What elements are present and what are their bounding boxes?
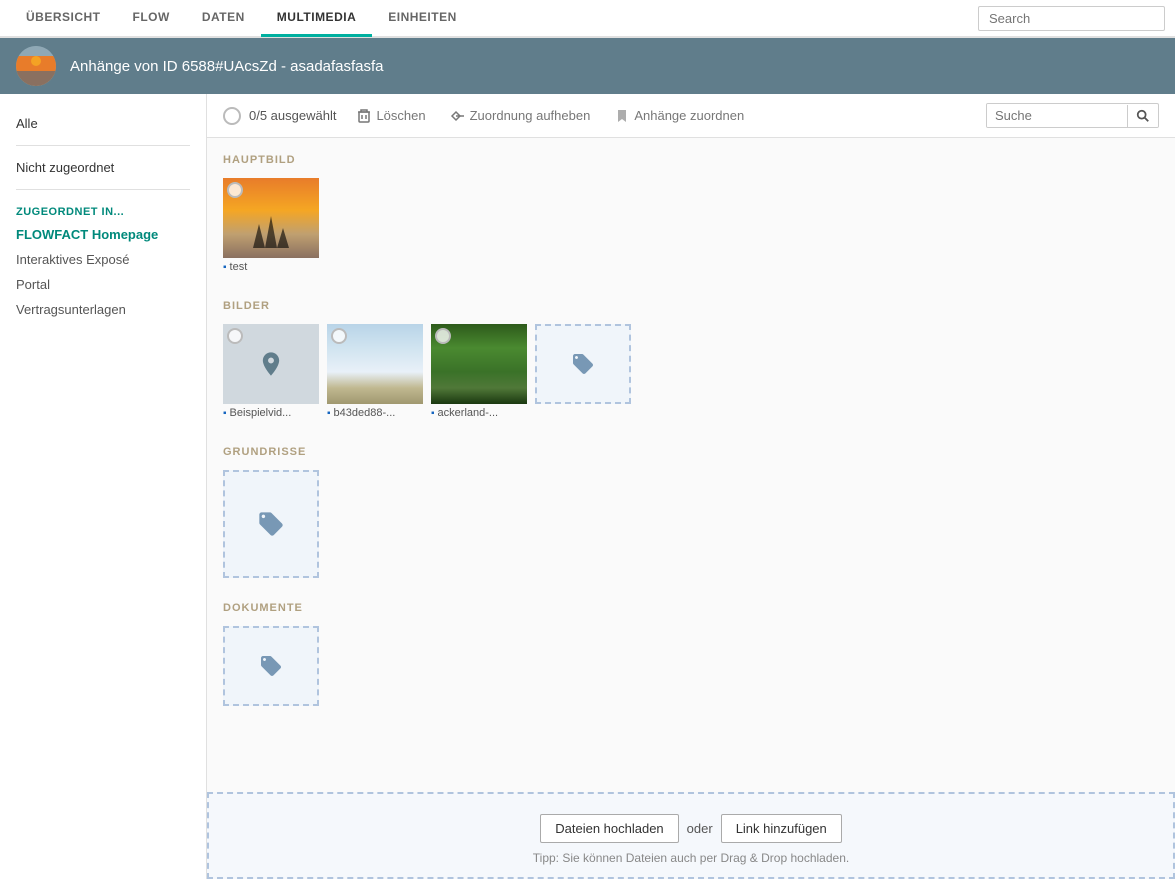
image-name-test: test [230, 261, 248, 273]
section-dokumente: DOKUMENTE [223, 602, 1159, 706]
unassign-button[interactable]: Zuordnung aufheben [446, 106, 595, 126]
image-type-icon-3: ▪ [431, 408, 435, 419]
sidebar-link-expose[interactable]: Interaktives Exposé [0, 247, 206, 272]
dokumente-grid [223, 626, 1159, 706]
search-input[interactable] [987, 104, 1127, 127]
sidebar-item-alle[interactable]: Alle [0, 110, 206, 137]
global-search [978, 6, 1165, 31]
sidebar-divider-1 [16, 145, 190, 146]
image-card-test: ▪ test [223, 178, 319, 276]
upload-controls: Dateien hochladen oder Link hinzufügen [540, 814, 842, 843]
dropzone-bilder[interactable] [535, 324, 631, 404]
nav-einheiten[interactable]: EINHEITEN [372, 0, 473, 37]
unassign-icon [450, 108, 466, 124]
top-navigation: ÜBERSICHT FLOW DATEN MULTIMEDIA EINHEITE… [0, 0, 1175, 38]
upload-files-button[interactable]: Dateien hochladen [540, 814, 678, 843]
image-card-dropzone-grundrisse [223, 470, 319, 578]
image-type-icon: ▪ [223, 262, 227, 273]
image-label-forest: ▪ ackerland-... [431, 404, 527, 422]
sidebar-section-label: ZUGEORDNET IN... [0, 198, 206, 222]
selection-count: 0/5 ausgewählt [249, 108, 336, 123]
image-card-forest: ▪ ackerland-... [431, 324, 527, 422]
sidebar-link-vertragsunterlagen[interactable]: Vertragsunterlagen [0, 297, 206, 322]
image-card-dropzone-dokumente [223, 626, 319, 706]
section-grundrisse: GRUNDRISSE [223, 446, 1159, 578]
delete-label: Löschen [376, 108, 425, 123]
upload-or-text: oder [687, 821, 713, 836]
image-type-icon-1: ▪ [223, 408, 227, 419]
image-card-pier: ▪ b43ded88-... [327, 324, 423, 422]
main-layout: Alle Nicht zugeordnet ZUGEORDNET IN... F… [0, 94, 1175, 879]
sidebar-item-not-assigned[interactable]: Nicht zugeordnet [0, 154, 206, 181]
selection-control: 0/5 ausgewählt [223, 107, 336, 125]
section-hauptbild: HAUPTBILD ▪ test [223, 154, 1159, 276]
page-title: Anhänge von ID 6588#UAcsZd - asadafasfas… [70, 58, 384, 75]
image-label-beispielvid: ▪ Beispielvid... [223, 404, 319, 422]
image-thumb-forest[interactable] [431, 324, 527, 404]
section-bilder: BILDER ▪ [223, 300, 1159, 422]
section-title-dokumente: DOKUMENTE [223, 602, 1159, 614]
search-icon [1136, 109, 1150, 123]
card-checkbox-beispielvid[interactable] [227, 328, 243, 344]
content-area: 0/5 ausgewählt Löschen Zuordnung aufhebe… [207, 94, 1175, 879]
search-box [986, 103, 1159, 128]
tag-icon-dokumente [259, 654, 283, 678]
card-checkbox-pier[interactable] [331, 328, 347, 344]
delete-icon [356, 108, 372, 124]
image-card-beispielvid: ▪ Beispielvid... [223, 324, 319, 422]
tag-icon-grundrisse [257, 510, 285, 538]
sidebar-link-flowfact[interactable]: FLOWFACT Homepage [0, 222, 206, 247]
hauptbild-grid: ▪ test [223, 178, 1159, 276]
section-title-bilder: BILDER [223, 300, 1159, 312]
sidebar: Alle Nicht zugeordnet ZUGEORDNET IN... F… [0, 94, 207, 879]
bilder-grid: ▪ Beispielvid... ▪ b43ded88-... [223, 324, 1159, 422]
nav-daten[interactable]: DATEN [186, 0, 261, 37]
image-thumb-test[interactable] [223, 178, 319, 258]
grundrisse-grid [223, 470, 1159, 578]
location-icon [257, 350, 285, 378]
toolbar: 0/5 ausgewählt Löschen Zuordnung aufhebe… [207, 94, 1175, 138]
header-bar: Anhänge von ID 6588#UAcsZd - asadafasfas… [0, 38, 1175, 94]
image-type-icon-2: ▪ [327, 408, 331, 419]
dropzone-grundrisse[interactable] [223, 470, 319, 578]
section-title-hauptbild: HAUPTBILD [223, 154, 1159, 166]
card-checkbox-test[interactable] [227, 182, 243, 198]
image-label-test: ▪ test [223, 258, 319, 276]
avatar [16, 46, 56, 86]
nav-ubersicht[interactable]: ÜBERSICHT [10, 0, 117, 37]
global-search-input[interactable] [978, 6, 1165, 31]
assign-icon [614, 108, 630, 124]
assign-button[interactable]: Anhänge zuordnen [610, 106, 748, 126]
tag-icon [571, 352, 595, 376]
section-title-grundrisse: GRUNDRISSE [223, 446, 1159, 458]
nav-flow[interactable]: FLOW [117, 0, 186, 37]
sidebar-divider-2 [16, 189, 190, 190]
image-name-forest: ackerland-... [438, 407, 499, 419]
add-link-button[interactable]: Link hinzufügen [721, 814, 842, 843]
nav-multimedia[interactable]: MULTIMEDIA [261, 0, 372, 37]
image-card-dropzone-bilder [535, 324, 631, 422]
image-name-pier: b43ded88-... [334, 407, 396, 419]
unassign-label: Zuordnung aufheben [470, 108, 591, 123]
select-all-checkbox[interactable] [223, 107, 241, 125]
delete-button[interactable]: Löschen [352, 106, 429, 126]
sidebar-link-portal[interactable]: Portal [0, 272, 206, 297]
image-label-pier: ▪ b43ded88-... [327, 404, 423, 422]
upload-bar: Dateien hochladen oder Link hinzufügen T… [207, 792, 1175, 879]
card-checkbox-forest[interactable] [435, 328, 451, 344]
image-name-beispielvid: Beispielvid... [230, 407, 292, 419]
dropzone-dokumente[interactable] [223, 626, 319, 706]
assign-label: Anhänge zuordnen [634, 108, 744, 123]
upload-tip: Tipp: Sie können Dateien auch per Drag &… [533, 851, 849, 865]
image-thumb-beispielvid[interactable] [223, 324, 319, 404]
media-scroll-container[interactable]: HAUPTBILD ▪ test BIL [207, 138, 1175, 792]
image-thumb-pier[interactable] [327, 324, 423, 404]
search-button[interactable] [1127, 105, 1158, 127]
